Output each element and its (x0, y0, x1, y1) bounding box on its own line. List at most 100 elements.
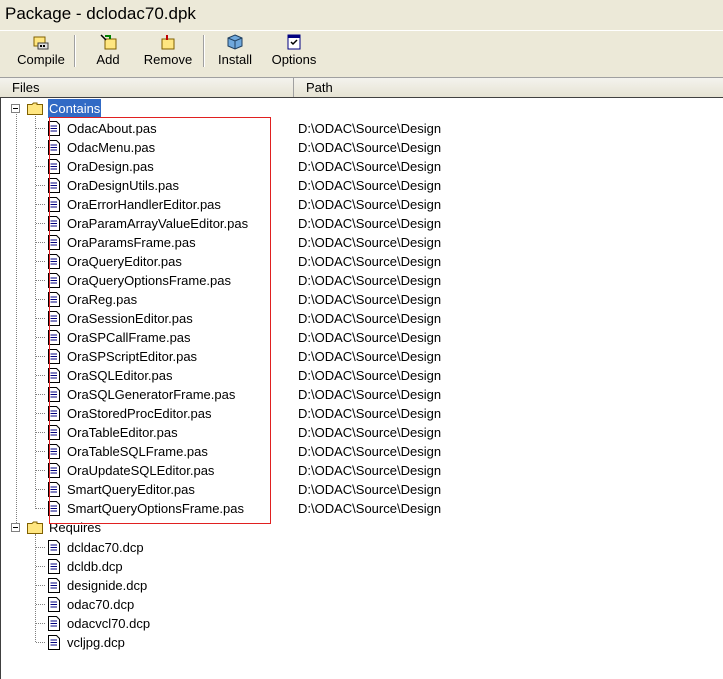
file-path: D:\ODAC\Source\Design (298, 425, 442, 440)
file-name: OraReg.pas (67, 292, 138, 307)
file-row[interactable]: OraSPScriptEditor.pas D:\ODAC\Source\Desi… (1, 347, 723, 366)
file-row[interactable]: OraStoredProcEditor.pas D:\ODAC\Source\De… (1, 404, 723, 423)
file-row[interactable]: vcljpg.dcp (1, 633, 723, 652)
file-path: D:\ODAC\Source\Design (298, 368, 442, 383)
file-icon (48, 197, 60, 212)
compile-label: Compile (17, 52, 65, 67)
tree-line (36, 204, 45, 205)
file-path: D:\ODAC\Source\Design (298, 197, 442, 212)
tree-line (36, 280, 45, 281)
file-icon (48, 501, 60, 516)
tree-line (36, 623, 45, 624)
file-name: OraSPScriptEditor.pas (67, 349, 198, 364)
compile-button[interactable]: Compile (15, 33, 67, 69)
file-name: OraQueryOptionsFrame.pas (67, 273, 232, 288)
file-path: D:\ODAC\Source\Design (298, 292, 442, 307)
file-name: odac70.dcp (67, 597, 135, 612)
file-icon (48, 597, 60, 612)
package-tree[interactable]: Contains Requires OdacAbout.pas D:\ODAC\S… (0, 97, 723, 679)
file-row[interactable]: OraSPCallFrame.pas D:\ODAC\Source\Design (1, 328, 723, 347)
file-icon (48, 482, 60, 497)
file-icon (48, 273, 60, 288)
options-button[interactable]: Options (268, 33, 320, 69)
tree-line (36, 470, 45, 471)
tree-line (36, 451, 45, 452)
file-row[interactable]: SmartQueryEditor.pas D:\ODAC\Source\Desig… (1, 480, 723, 499)
file-row[interactable]: OraUpdateSQLEditor.pas D:\ODAC\Source\Des… (1, 461, 723, 480)
toolbar-separator (74, 35, 76, 67)
file-row[interactable]: OdacMenu.pas D:\ODAC\Source\Design (1, 138, 723, 157)
file-path: D:\ODAC\Source\Design (298, 330, 442, 345)
tree-line (36, 413, 45, 414)
file-row[interactable]: OraSQLEditor.pas D:\ODAC\Source\Design (1, 366, 723, 385)
tree-line (36, 585, 45, 586)
file-name: OraTableEditor.pas (67, 425, 178, 440)
file-name: OraStoredProcEditor.pas (67, 406, 212, 421)
file-icon (48, 444, 60, 459)
file-icon (48, 349, 60, 364)
file-icon (48, 540, 60, 555)
file-name: OraTableSQLFrame.pas (67, 444, 208, 459)
file-row[interactable]: OraDesign.pas D:\ODAC\Source\Design (1, 157, 723, 176)
file-row[interactable]: OraTableEditor.pas D:\ODAC\Source\Design (1, 423, 723, 442)
file-path: D:\ODAC\Source\Design (298, 216, 442, 231)
file-name: OdacMenu.pas (67, 140, 156, 155)
tree-line (36, 547, 45, 548)
file-row[interactable]: OraQueryOptionsFrame.pas D:\ODAC\Source\D… (1, 271, 723, 290)
file-icon (48, 406, 60, 421)
file-path: D:\ODAC\Source\Design (298, 235, 442, 250)
tree-line (36, 375, 45, 376)
tree-line (36, 185, 45, 186)
file-row[interactable]: OraSessionEditor.pas D:\ODAC\Source\Desig… (1, 309, 723, 328)
tree-line (36, 566, 45, 567)
file-name: OraDesignUtils.pas (67, 178, 179, 193)
options-icon (287, 34, 301, 50)
file-row[interactable]: OraReg.pas D:\ODAC\Source\Design (1, 290, 723, 309)
file-name: SmartQueryEditor.pas (67, 482, 195, 497)
file-icon (48, 387, 60, 402)
file-row[interactable]: OraDesignUtils.pas D:\ODAC\Source\Design (1, 176, 723, 195)
file-row[interactable]: OdacAbout.pas D:\ODAC\Source\Design (1, 119, 723, 138)
install-icon (227, 34, 243, 50)
file-row[interactable]: OraParamsFrame.pas D:\ODAC\Source\Design (1, 233, 723, 252)
file-name: SmartQueryOptionsFrame.pas (67, 501, 245, 516)
file-icon (48, 121, 60, 136)
file-icon (48, 216, 60, 231)
file-row[interactable]: odac70.dcp (1, 595, 723, 614)
contains-label: Contains (46, 98, 103, 119)
column-files[interactable]: Files (0, 78, 294, 97)
column-path[interactable]: Path (294, 78, 723, 97)
file-row[interactable]: odacvcl70.dcp (1, 614, 723, 633)
file-name: vcljpg.dcp (67, 635, 125, 650)
remove-button[interactable]: Remove (141, 33, 195, 69)
file-name: OraErrorHandlerEditor.pas (67, 197, 221, 212)
file-name: OraDesign.pas (67, 159, 154, 174)
file-row[interactable]: OraErrorHandlerEditor.pas D:\ODAC\Source\… (1, 195, 723, 214)
file-path: D:\ODAC\Source\Design (298, 254, 442, 269)
file-path: D:\ODAC\Source\Design (298, 406, 442, 421)
file-icon (48, 292, 60, 307)
file-icon (48, 368, 60, 383)
file-row[interactable]: OraTableSQLFrame.pas D:\ODAC\Source\Desig… (1, 442, 723, 461)
file-row[interactable]: SmartQueryOptionsFrame.pas D:\ODAC\Source… (1, 499, 723, 518)
add-button[interactable]: Add (90, 33, 126, 69)
file-row[interactable]: OraSQLGeneratorFrame.pas D:\ODAC\Source\D… (1, 385, 723, 404)
options-label: Options (271, 52, 317, 67)
collapse-toggle[interactable] (11, 104, 20, 113)
file-row[interactable]: dcldb.dcp (1, 557, 723, 576)
file-icon (48, 635, 60, 650)
collapse-toggle[interactable] (11, 523, 20, 532)
remove-label: Remove (143, 52, 193, 67)
toolbar: Compile Add Remove Install Options (0, 30, 723, 71)
tree-node-requires[interactable]: Requires (1, 518, 723, 537)
file-row[interactable]: designide.dcp (1, 576, 723, 595)
file-row[interactable]: dcldac70.dcp (1, 538, 723, 557)
file-row[interactable]: OraParamArrayValueEditor.pas D:\ODAC\Sour… (1, 214, 723, 233)
file-icon (48, 178, 60, 193)
file-name: OraSPCallFrame.pas (67, 330, 191, 345)
tree-node-contains[interactable]: Contains (1, 98, 723, 119)
file-row[interactable]: OraQueryEditor.pas D:\ODAC\Source\Design (1, 252, 723, 271)
add-label: Add (96, 52, 120, 67)
file-name: dcldac70.dcp (67, 540, 144, 555)
install-button[interactable]: Install (215, 33, 255, 69)
